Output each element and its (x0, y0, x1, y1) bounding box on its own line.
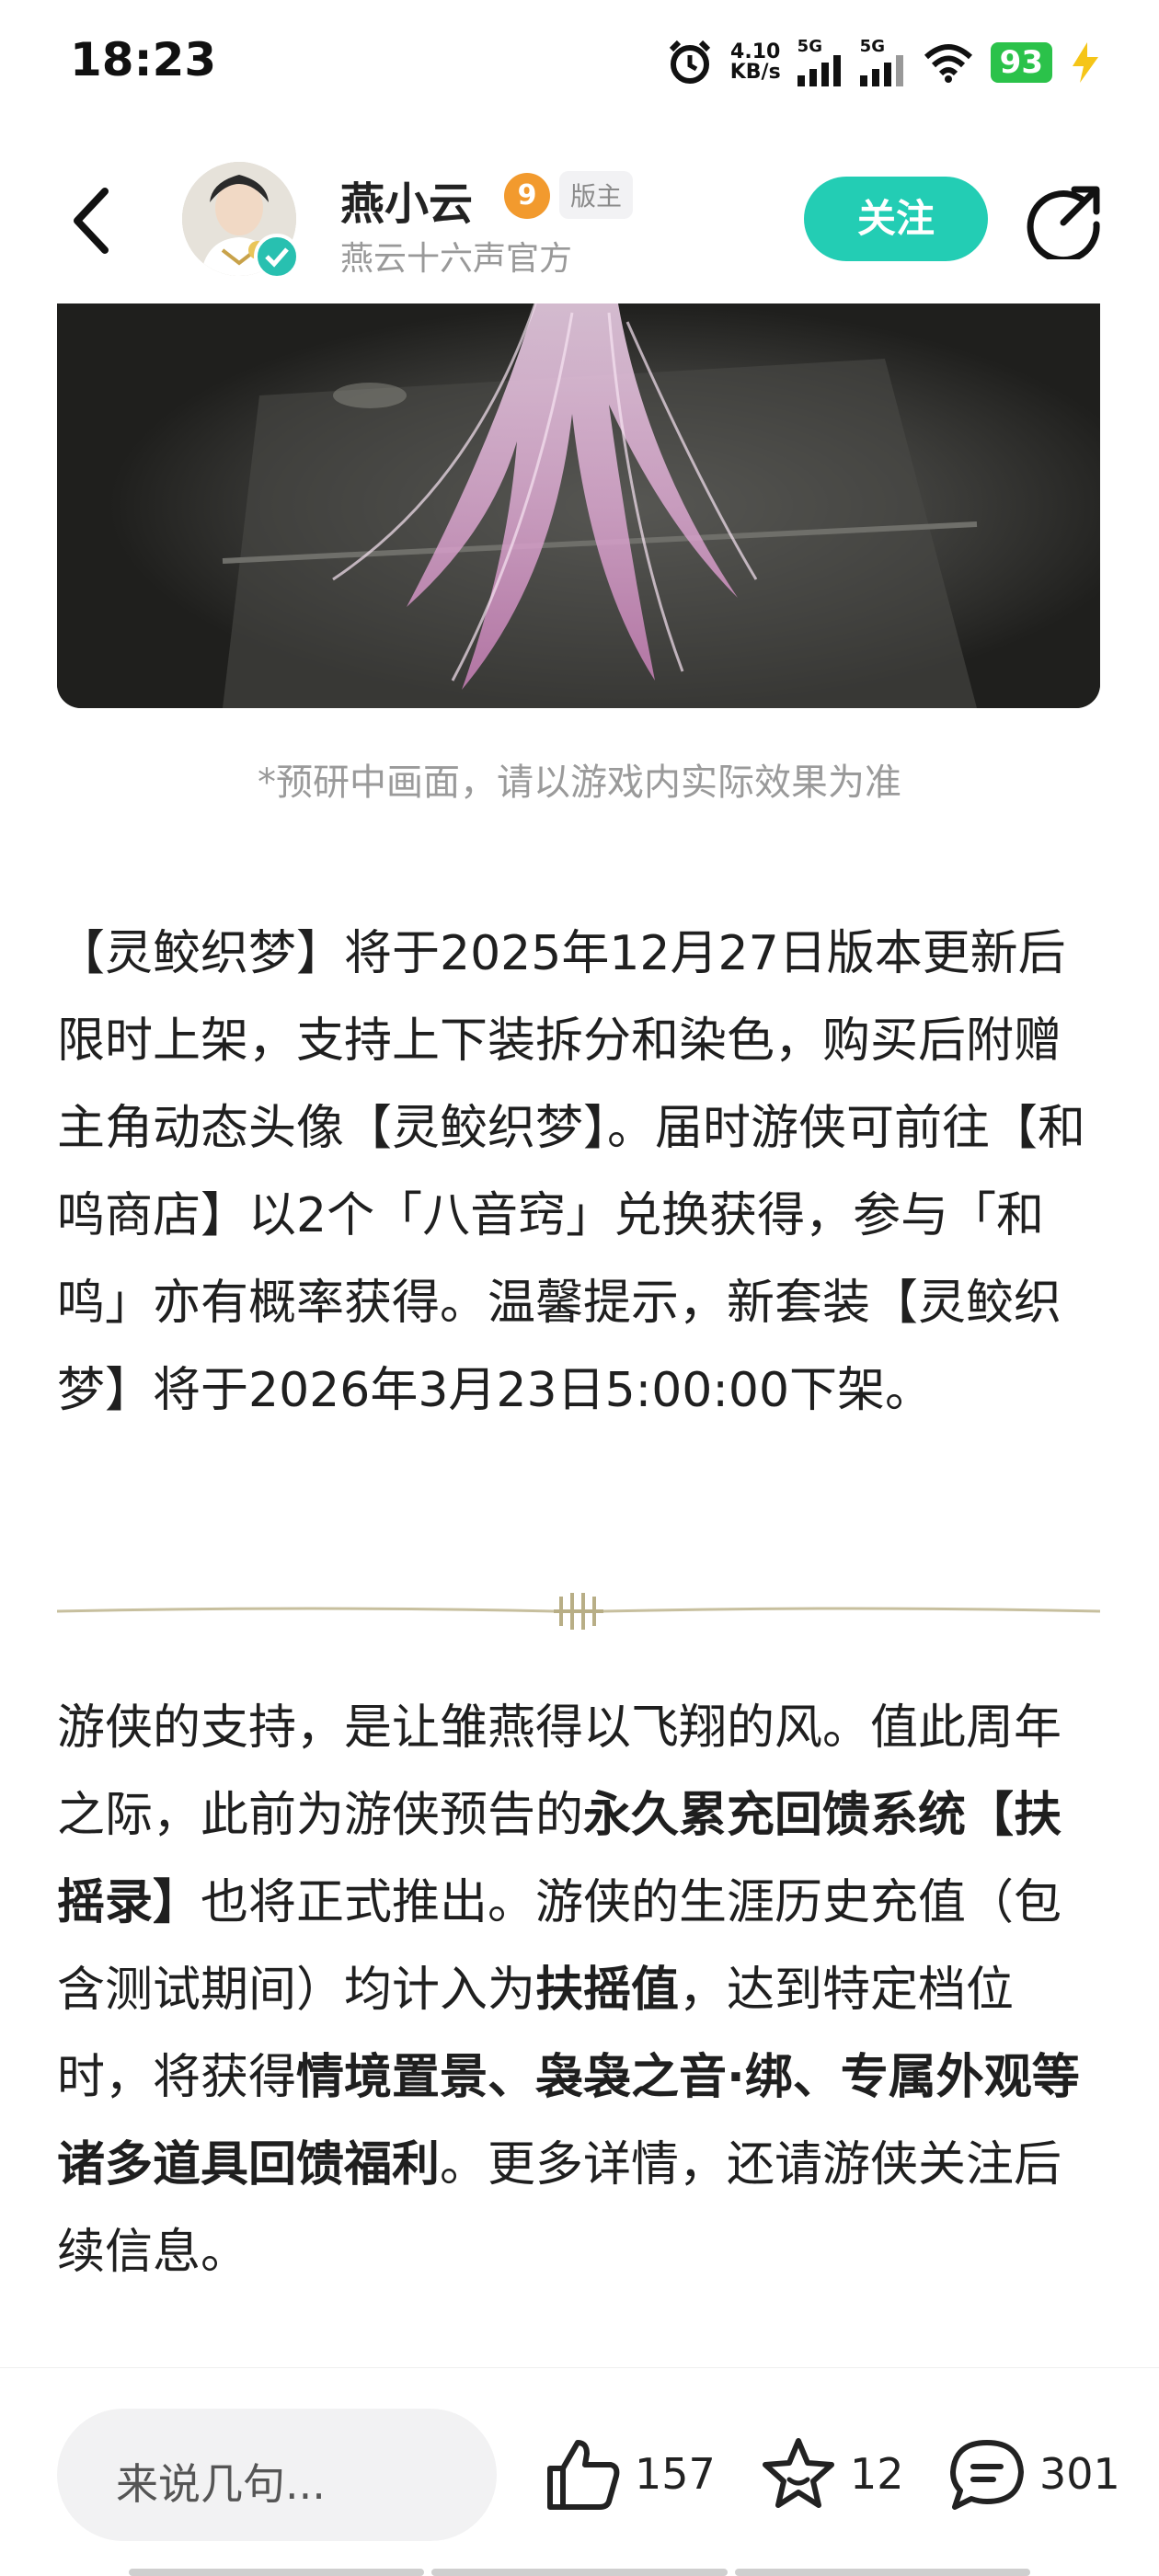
comment-button[interactable]: 301 (947, 2433, 1120, 2515)
image-caption: *预研中画面，请以游戏内实际效果为准 (258, 761, 901, 804)
thumbs-up-icon (547, 2440, 620, 2510)
net-speed-unit: KB/s (729, 61, 781, 84)
verified-badge-icon (254, 234, 300, 280)
comment-count: 301 (1039, 2449, 1120, 2499)
post-paragraph-2: 游侠的支持，是让雏燕得以飞翔的风。值此周年之际，此前为游侠预告的永久累充回馈系统… (57, 1685, 1106, 2296)
back-icon[interactable] (64, 184, 120, 258)
follow-button[interactable]: 关注 (804, 177, 988, 261)
signal-icon (797, 55, 841, 86)
bottom-action-bar: 来说几句... 157 12 301 (0, 2367, 1159, 2576)
star-icon (763, 2438, 834, 2508)
post-image-art (57, 303, 1100, 708)
signal-2-label: 5G (859, 37, 885, 56)
alarm-icon (669, 40, 710, 84)
status-bar: 18:23 4.10 KB/s 5G 5G 93 (0, 0, 1159, 129)
comment-input[interactable]: 来说几句... (57, 2409, 497, 2541)
post-image[interactable] (57, 303, 1100, 708)
status-time: 18:23 (70, 33, 217, 86)
signal-icon (859, 55, 903, 86)
ornament-divider (57, 1593, 1100, 1630)
signal-2: 5G (859, 37, 906, 86)
favorite-button[interactable]: 12 (760, 2433, 904, 2515)
like-button[interactable]: 157 (545, 2433, 716, 2515)
level-badge: 9 (504, 173, 550, 219)
like-count: 157 (635, 2449, 716, 2499)
net-speed: 4.10 KB/s (730, 42, 781, 83)
signal-1-label: 5G (797, 37, 822, 56)
post-paragraph: 【灵鲛织梦】将于2025年12月27日版本更新后限时上架，支持上下装拆分和染色，… (57, 926, 1086, 1418)
post-header: 燕小云 9 版主 燕云十六声官方 关注 (0, 129, 1159, 303)
status-icons: 4.10 KB/s 5G 5G 93 (666, 35, 1102, 90)
comment-placeholder: 来说几句... (116, 2459, 326, 2509)
favorite-count: 12 (850, 2449, 904, 2499)
p2-bold: 扶摇值 (535, 1963, 680, 2018)
battery-icon: 93 (990, 42, 1052, 83)
net-speed-value: 4.10 (730, 40, 781, 63)
comment-icon (950, 2440, 1024, 2510)
signal-1: 5G (797, 37, 843, 86)
wifi-icon (924, 44, 972, 83)
share-icon[interactable] (1027, 182, 1104, 259)
charging-icon (1073, 42, 1098, 83)
user-name[interactable]: 燕小云 (340, 167, 473, 232)
user-subtitle: 燕云十六声官方 (340, 240, 573, 278)
role-badge: 版主 (559, 171, 634, 219)
